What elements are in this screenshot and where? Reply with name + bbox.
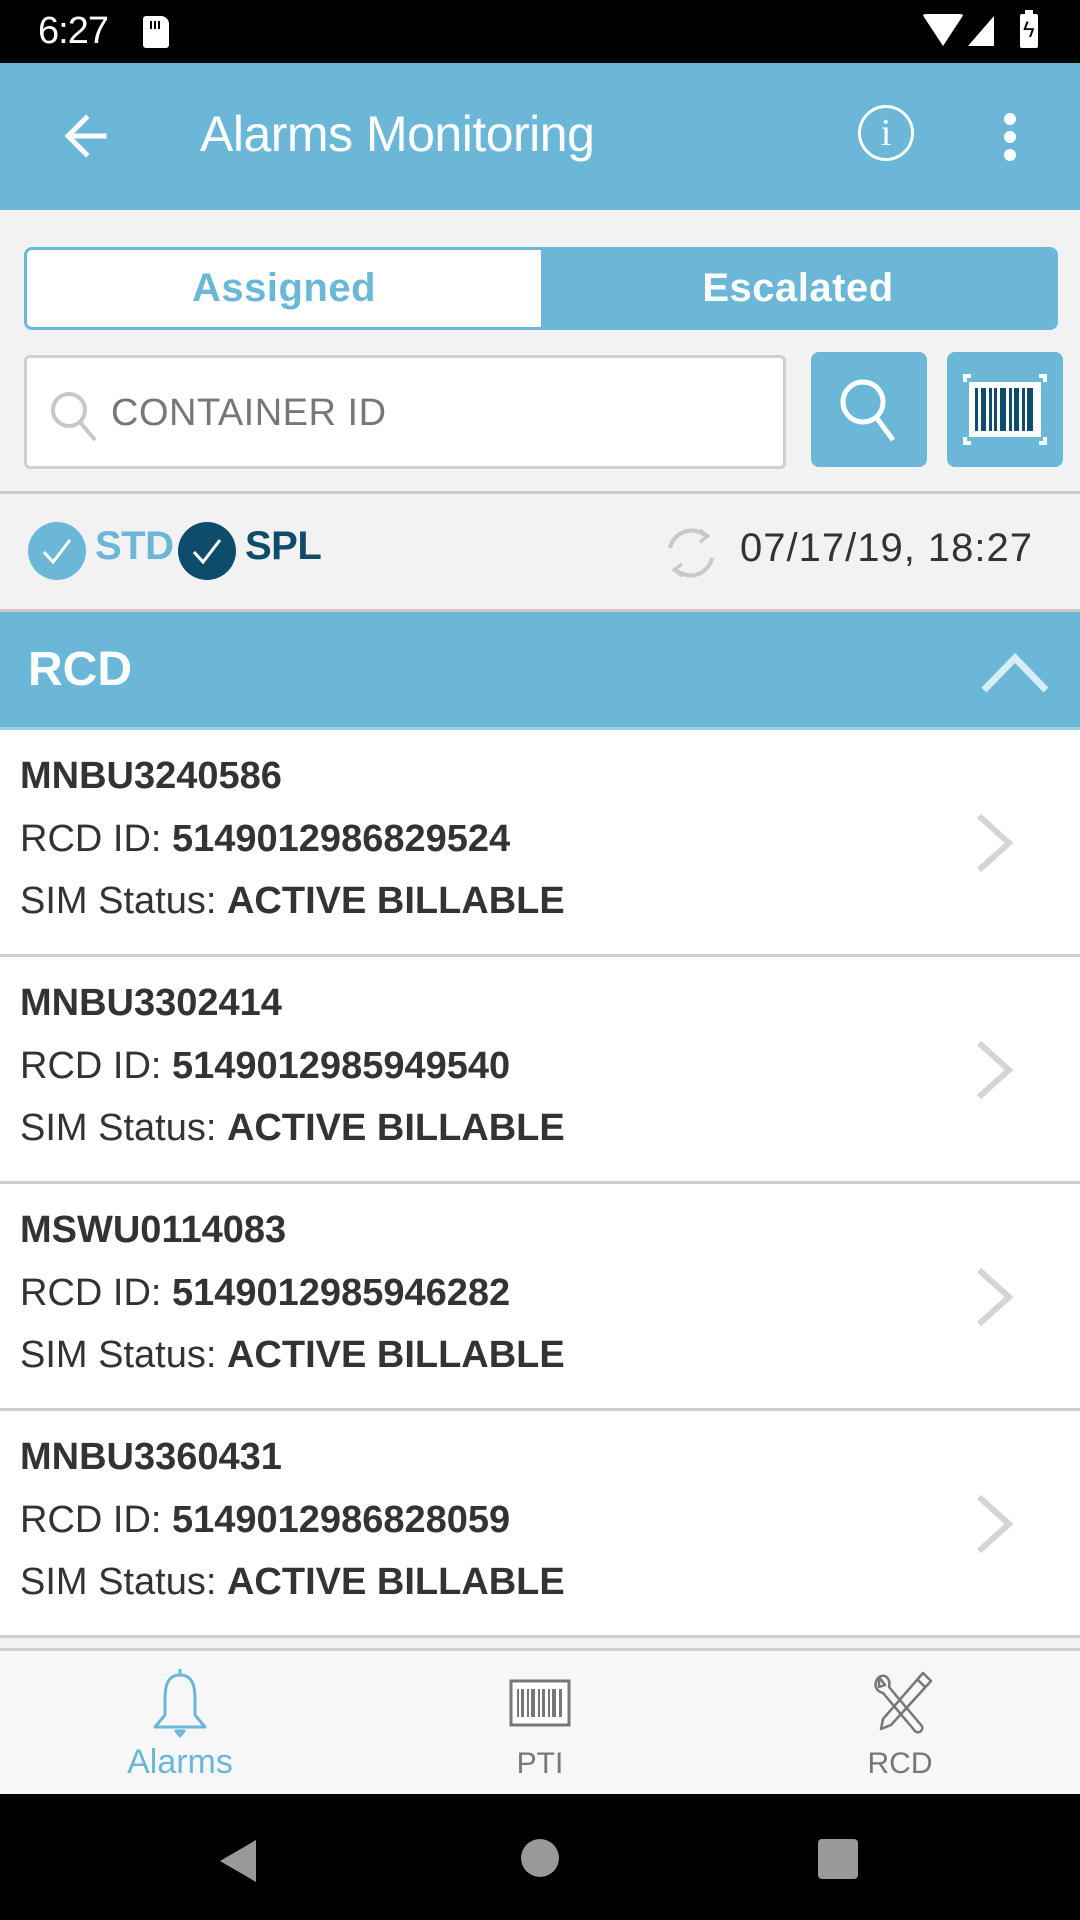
rcd-id-value: 5149012986829524 <box>172 818 511 860</box>
section-title: RCD <box>28 643 132 696</box>
tools-icon <box>874 1671 933 1734</box>
nav-tab-rcd[interactable]: RCD <box>720 1651 1080 1794</box>
container-search-field <box>24 355 786 469</box>
rcd-id-line: RCD ID: 5149012986829524 <box>20 818 510 861</box>
rcd-id-label: RCD ID: <box>20 818 172 860</box>
more-vert-icon-dot <box>1004 131 1016 143</box>
system-recents-icon[interactable] <box>817 1838 859 1880</box>
sim-status-label: SIM Status: <box>20 880 227 922</box>
more-options-button[interactable] <box>990 109 1030 165</box>
spl-checkbox[interactable] <box>178 522 236 580</box>
spl-label[interactable]: SPL <box>245 524 322 569</box>
status-time: 6:27 <box>38 10 109 52</box>
container-id: MSWU0114083 <box>20 1209 287 1251</box>
search-icon <box>51 392 97 442</box>
sim-status-line: SIM Status: ACTIVE BILLABLE <box>20 1107 565 1150</box>
bottom-navigation: Alarms PTI RCD <box>0 1648 1080 1794</box>
rcd-id-value: 5149012986828059 <box>172 1499 511 1541</box>
sd-card-icon <box>143 16 169 48</box>
std-label[interactable]: STD <box>95 524 174 569</box>
sim-status-line: SIM Status: ACTIVE BILLABLE <box>20 1561 565 1604</box>
container-id: MNBU3302414 <box>20 982 282 1024</box>
chevron-right-icon <box>976 1267 1014 1327</box>
sim-status-label: SIM Status: <box>20 1561 227 1603</box>
container-id-input[interactable] <box>111 378 751 448</box>
barcode-icon <box>509 1679 571 1727</box>
rcd-id-line: RCD ID: 5149012985946282 <box>20 1272 510 1315</box>
rcd-id-label: RCD ID: <box>20 1272 172 1314</box>
check-icon <box>42 539 72 565</box>
container-id: MNBU3240586 <box>20 755 282 797</box>
nav-label: PTI <box>516 1747 564 1780</box>
sim-status-line: SIM Status: ACTIVE BILLABLE <box>20 1334 565 1377</box>
app-bar: Alarms Monitoring i <box>0 63 1080 210</box>
rcd-id-label: RCD ID: <box>20 1499 172 1541</box>
sim-status-line: SIM Status: ACTIVE BILLABLE <box>20 880 565 923</box>
system-home-icon[interactable] <box>520 1838 560 1878</box>
nav-label: Alarms <box>127 1743 233 1781</box>
more-vert-icon <box>1004 113 1016 125</box>
list-item[interactable]: MNBU3360431 RCD ID: 5149012986828059 SIM… <box>0 1411 1080 1638</box>
system-back-icon[interactable] <box>218 1838 258 1884</box>
last-updated-timestamp: 07/17/19, 18:27 <box>740 526 1034 570</box>
nav-label: RCD <box>867 1747 933 1780</box>
check-icon <box>192 539 222 565</box>
system-navigation-bar <box>0 1794 1080 1920</box>
barcode-scan-button[interactable] <box>947 352 1063 467</box>
chevron-right-icon <box>976 1494 1014 1554</box>
rcd-id-value: 5149012985949540 <box>172 1045 511 1087</box>
bell-icon <box>153 1669 207 1738</box>
rcd-id-line: RCD ID: 5149012985949540 <box>20 1045 510 1088</box>
list-item[interactable]: MNBU3302414 RCD ID: 5149012985949540 SIM… <box>0 957 1080 1184</box>
rcd-id-line: RCD ID: 5149012986828059 <box>20 1499 510 1542</box>
tab-escalated[interactable]: Escalated <box>541 250 1055 327</box>
sim-status-label: SIM Status: <box>20 1334 227 1376</box>
info-button[interactable]: i <box>858 105 914 161</box>
chevron-right-icon <box>976 1040 1014 1100</box>
container-id: MNBU3360431 <box>20 1436 282 1478</box>
more-vert-icon-dot <box>1004 149 1016 161</box>
tab-assigned[interactable]: Assigned <box>27 250 541 327</box>
barcode-scan-icon <box>963 374 1047 445</box>
battery-charging-icon <box>1020 10 1038 48</box>
std-checkbox[interactable] <box>28 522 86 580</box>
assignment-segmented-control: Assigned Escalated <box>24 247 1058 330</box>
rcd-section-header[interactable]: RCD <box>0 612 1080 730</box>
list-item[interactable]: MNBU3240586 RCD ID: 5149012986829524 SIM… <box>0 730 1080 957</box>
list-item[interactable]: MSWU0114083 RCD ID: 5149012985946282 SIM… <box>0 1184 1080 1411</box>
arrow-left-icon <box>64 114 107 158</box>
rcd-id-value: 5149012985946282 <box>172 1272 511 1314</box>
sim-status-value: ACTIVE BILLABLE <box>226 880 565 922</box>
nav-tab-alarms[interactable]: Alarms <box>0 1651 360 1794</box>
filter-bar: STD SPL 07/17/19, 18:27 <box>0 494 1080 609</box>
rcd-id-label: RCD ID: <box>20 1045 172 1087</box>
refresh-icon[interactable] <box>660 522 722 584</box>
search-icon <box>840 379 896 442</box>
nav-tab-pti[interactable]: PTI <box>360 1651 720 1794</box>
search-button[interactable] <box>811 352 927 467</box>
info-icon: i <box>880 112 892 154</box>
back-button[interactable] <box>60 108 120 164</box>
sim-status-label: SIM Status: <box>20 1107 227 1149</box>
chevron-up-icon[interactable] <box>980 650 1050 694</box>
cell-signal-icon <box>968 16 994 46</box>
status-bar: 6:27 <box>0 0 1080 63</box>
page-title: Alarms Monitoring <box>200 106 595 162</box>
sim-status-value: ACTIVE BILLABLE <box>226 1334 565 1376</box>
chevron-right-icon <box>976 813 1014 873</box>
sim-status-value: ACTIVE BILLABLE <box>226 1561 565 1603</box>
sim-status-value: ACTIVE BILLABLE <box>226 1107 565 1149</box>
wifi-icon <box>922 14 964 46</box>
rcd-list: MNBU3240586 RCD ID: 5149012986829524 SIM… <box>0 730 1080 1638</box>
